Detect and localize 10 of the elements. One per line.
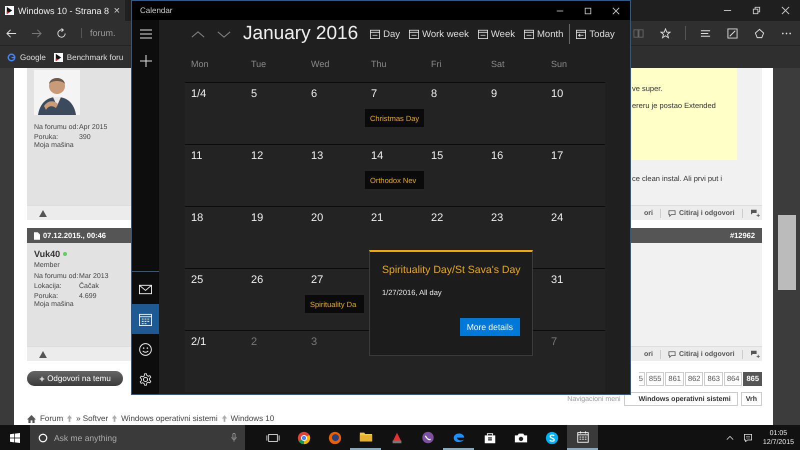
weekday-label: Thu bbox=[370, 59, 388, 71]
tab-title: Windows 10 - Strana 8 bbox=[18, 6, 110, 16]
weekday-label: Sun bbox=[550, 59, 568, 71]
weekday-label: Tue bbox=[250, 59, 268, 71]
window-title: Calendar bbox=[140, 6, 172, 15]
month-title: January 2016 bbox=[243, 23, 358, 45]
weekday-label: Sat bbox=[490, 59, 506, 71]
weekday-label: Fri bbox=[430, 59, 442, 71]
weekday-label: Mon bbox=[190, 59, 210, 71]
weekday-label: Wed bbox=[310, 59, 330, 71]
